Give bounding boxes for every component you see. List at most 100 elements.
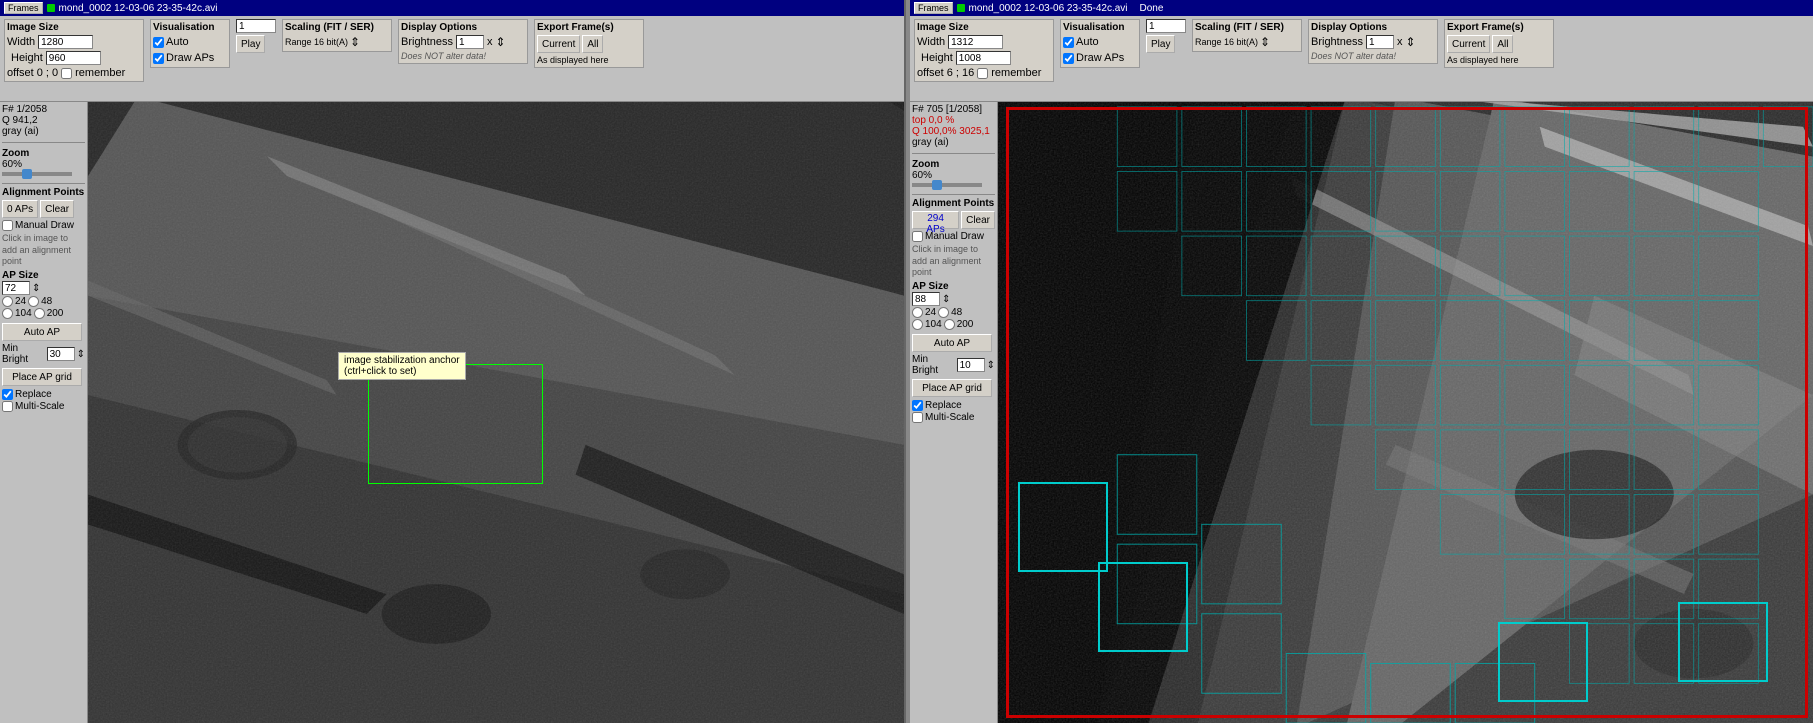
left-offset-value: 0 ; 0 — [37, 67, 58, 79]
right-display-options-group: Display Options Brightness x ⇕ Does NOT … — [1308, 19, 1438, 64]
left-auto-check[interactable] — [153, 37, 164, 48]
right-radio-200[interactable] — [944, 319, 955, 330]
right-auto-check[interactable] — [1063, 37, 1074, 48]
left-auto-label: Auto — [166, 36, 189, 48]
left-range-label: Range 16 bit(A) — [285, 37, 348, 47]
left-radio-104[interactable] — [2, 308, 13, 319]
right-alignment-section: Alignment Points 294 APs Clear Manual Dr… — [912, 198, 995, 424]
left-multi-scale-check[interactable] — [2, 401, 13, 412]
left-brightness-input[interactable] — [456, 35, 484, 49]
left-zoom-slider[interactable] — [2, 172, 72, 176]
right-ap-size-icon[interactable]: ⇕ — [942, 294, 950, 305]
left-frame-controls: Play — [236, 19, 276, 53]
right-brightness-x: x — [1397, 36, 1403, 48]
right-brightness-input[interactable] — [1366, 35, 1394, 49]
right-all-button[interactable]: All — [1492, 35, 1513, 53]
right-auto-ap-button[interactable]: Auto AP — [912, 334, 992, 352]
left-min-bright-icon[interactable]: ⇕ — [77, 349, 85, 360]
left-display-options-group: Display Options Brightness x ⇕ Does NOT … — [398, 19, 528, 64]
right-zoom-section: Zoom 60% — [912, 159, 995, 189]
right-radio-24[interactable] — [912, 307, 923, 318]
left-zoom-thumb[interactable] — [22, 169, 32, 179]
right-clear-button[interactable]: Clear — [961, 211, 995, 229]
left-radio-104-label: 104 — [15, 308, 32, 319]
left-moon-image[interactable]: image stabilization anchor (ctrl+click t… — [88, 102, 904, 723]
left-ap-label: Alignment Points — [2, 187, 85, 198]
left-selection-rect[interactable] — [368, 364, 543, 484]
left-draw-aps-label: Draw APs — [166, 52, 214, 64]
left-all-button[interactable]: All — [582, 35, 603, 53]
right-ap-size-input[interactable] — [912, 292, 940, 306]
right-radio-104[interactable] — [912, 319, 923, 330]
right-height-input[interactable] — [956, 51, 1011, 65]
right-place-ap-grid-button[interactable]: Place AP grid — [912, 379, 992, 397]
left-current-button[interactable]: Current — [537, 35, 580, 53]
right-radio-48-label: 48 — [951, 307, 962, 318]
left-radio-200[interactable] — [34, 308, 45, 319]
right-replace-label: Replace — [925, 400, 962, 411]
left-tooltip-line2: (ctrl+click to set) — [344, 366, 460, 377]
right-manual-draw-check[interactable] — [912, 231, 923, 242]
right-ap-size-label: AP Size — [912, 281, 995, 292]
left-ap-count-button[interactable]: 0 APs — [2, 200, 38, 218]
right-draw-aps-check[interactable] — [1063, 53, 1074, 64]
right-brightness-icon[interactable]: ⇕ — [1405, 35, 1415, 49]
right-current-button[interactable]: Current — [1447, 35, 1490, 53]
left-manual-draw-check[interactable] — [2, 220, 13, 231]
left-height-input[interactable] — [46, 51, 101, 65]
right-zoom-thumb[interactable] — [932, 180, 942, 190]
right-radio-104-label: 104 — [925, 319, 942, 330]
left-remember-check[interactable] — [61, 68, 72, 79]
left-frame-number: F# 1/2058 — [2, 104, 85, 115]
left-zoom-value: 60% — [2, 159, 22, 170]
right-range-icon[interactable]: ⇕ — [1260, 35, 1270, 49]
right-zoom-slider[interactable] — [912, 183, 982, 187]
right-frame-number: F# 705 [1/2058] — [912, 104, 995, 115]
left-draw-aps-check[interactable] — [153, 53, 164, 64]
left-auto-ap-button[interactable]: Auto AP — [2, 323, 82, 341]
right-ap-count-button[interactable]: 294 APs — [912, 211, 959, 229]
right-moon-image[interactable] — [998, 102, 1813, 723]
left-frame-info: F# 1/2058 Q 941,2 gray (ai) — [2, 104, 85, 137]
left-frames-button[interactable]: Frames — [4, 2, 43, 14]
left-ap-size-label: AP Size — [2, 270, 85, 281]
right-offset-label: offset — [917, 67, 944, 79]
left-ap-size-icon[interactable]: ⇕ — [32, 283, 40, 294]
left-radio-48[interactable] — [28, 296, 39, 307]
left-width-input[interactable] — [38, 35, 93, 49]
right-frames-button[interactable]: Frames — [914, 2, 953, 14]
right-frame-info: F# 705 [1/2058] top 0,0 % Q 100,0% 3025,… — [912, 104, 995, 148]
right-replace-check[interactable] — [912, 400, 923, 411]
left-does-not-alter: Does NOT alter data! — [401, 51, 525, 61]
right-scaling-group: Scaling (FIT / SER) Range 16 bit(A) ⇕ — [1192, 19, 1302, 52]
right-remember-label: remember — [991, 67, 1041, 79]
right-multi-scale-check[interactable] — [912, 412, 923, 423]
left-range-icon[interactable]: ⇕ — [350, 35, 360, 49]
right-radio-48[interactable] — [938, 307, 949, 318]
right-as-displayed: As displayed here — [1447, 55, 1551, 65]
left-replace-check[interactable] — [2, 389, 13, 400]
right-width-input[interactable] — [948, 35, 1003, 49]
left-quality: Q 941,2 — [2, 115, 85, 126]
right-remember-check[interactable] — [977, 68, 988, 79]
left-radio-24[interactable] — [2, 296, 13, 307]
left-brightness-icon[interactable]: ⇕ — [495, 35, 505, 49]
right-auto-label: Auto — [1076, 36, 1099, 48]
right-min-bright-icon[interactable]: ⇕ — [987, 360, 995, 371]
left-place-ap-grid-button[interactable]: Place AP grid — [2, 368, 82, 386]
left-ap-size-input[interactable] — [2, 281, 30, 295]
left-min-bright-input[interactable] — [47, 347, 75, 361]
right-range-label: Range 16 bit(A) — [1195, 37, 1258, 47]
left-replace-label: Replace — [15, 389, 52, 400]
right-play-button[interactable]: Play — [1146, 35, 1175, 53]
right-offset-value: 6 ; 16 — [947, 67, 975, 79]
left-play-button[interactable]: Play — [236, 35, 265, 53]
left-frame-input[interactable] — [236, 19, 276, 33]
left-manual-draw-label: Manual Draw — [15, 220, 74, 231]
right-min-bright-input[interactable] — [957, 358, 985, 372]
right-frame-input[interactable] — [1146, 19, 1186, 33]
right-zoom-value: 60% — [912, 170, 932, 181]
left-clear-button[interactable]: Clear — [40, 200, 74, 218]
left-radio-48-label: 48 — [41, 296, 52, 307]
left-brightness-x: x — [487, 36, 493, 48]
